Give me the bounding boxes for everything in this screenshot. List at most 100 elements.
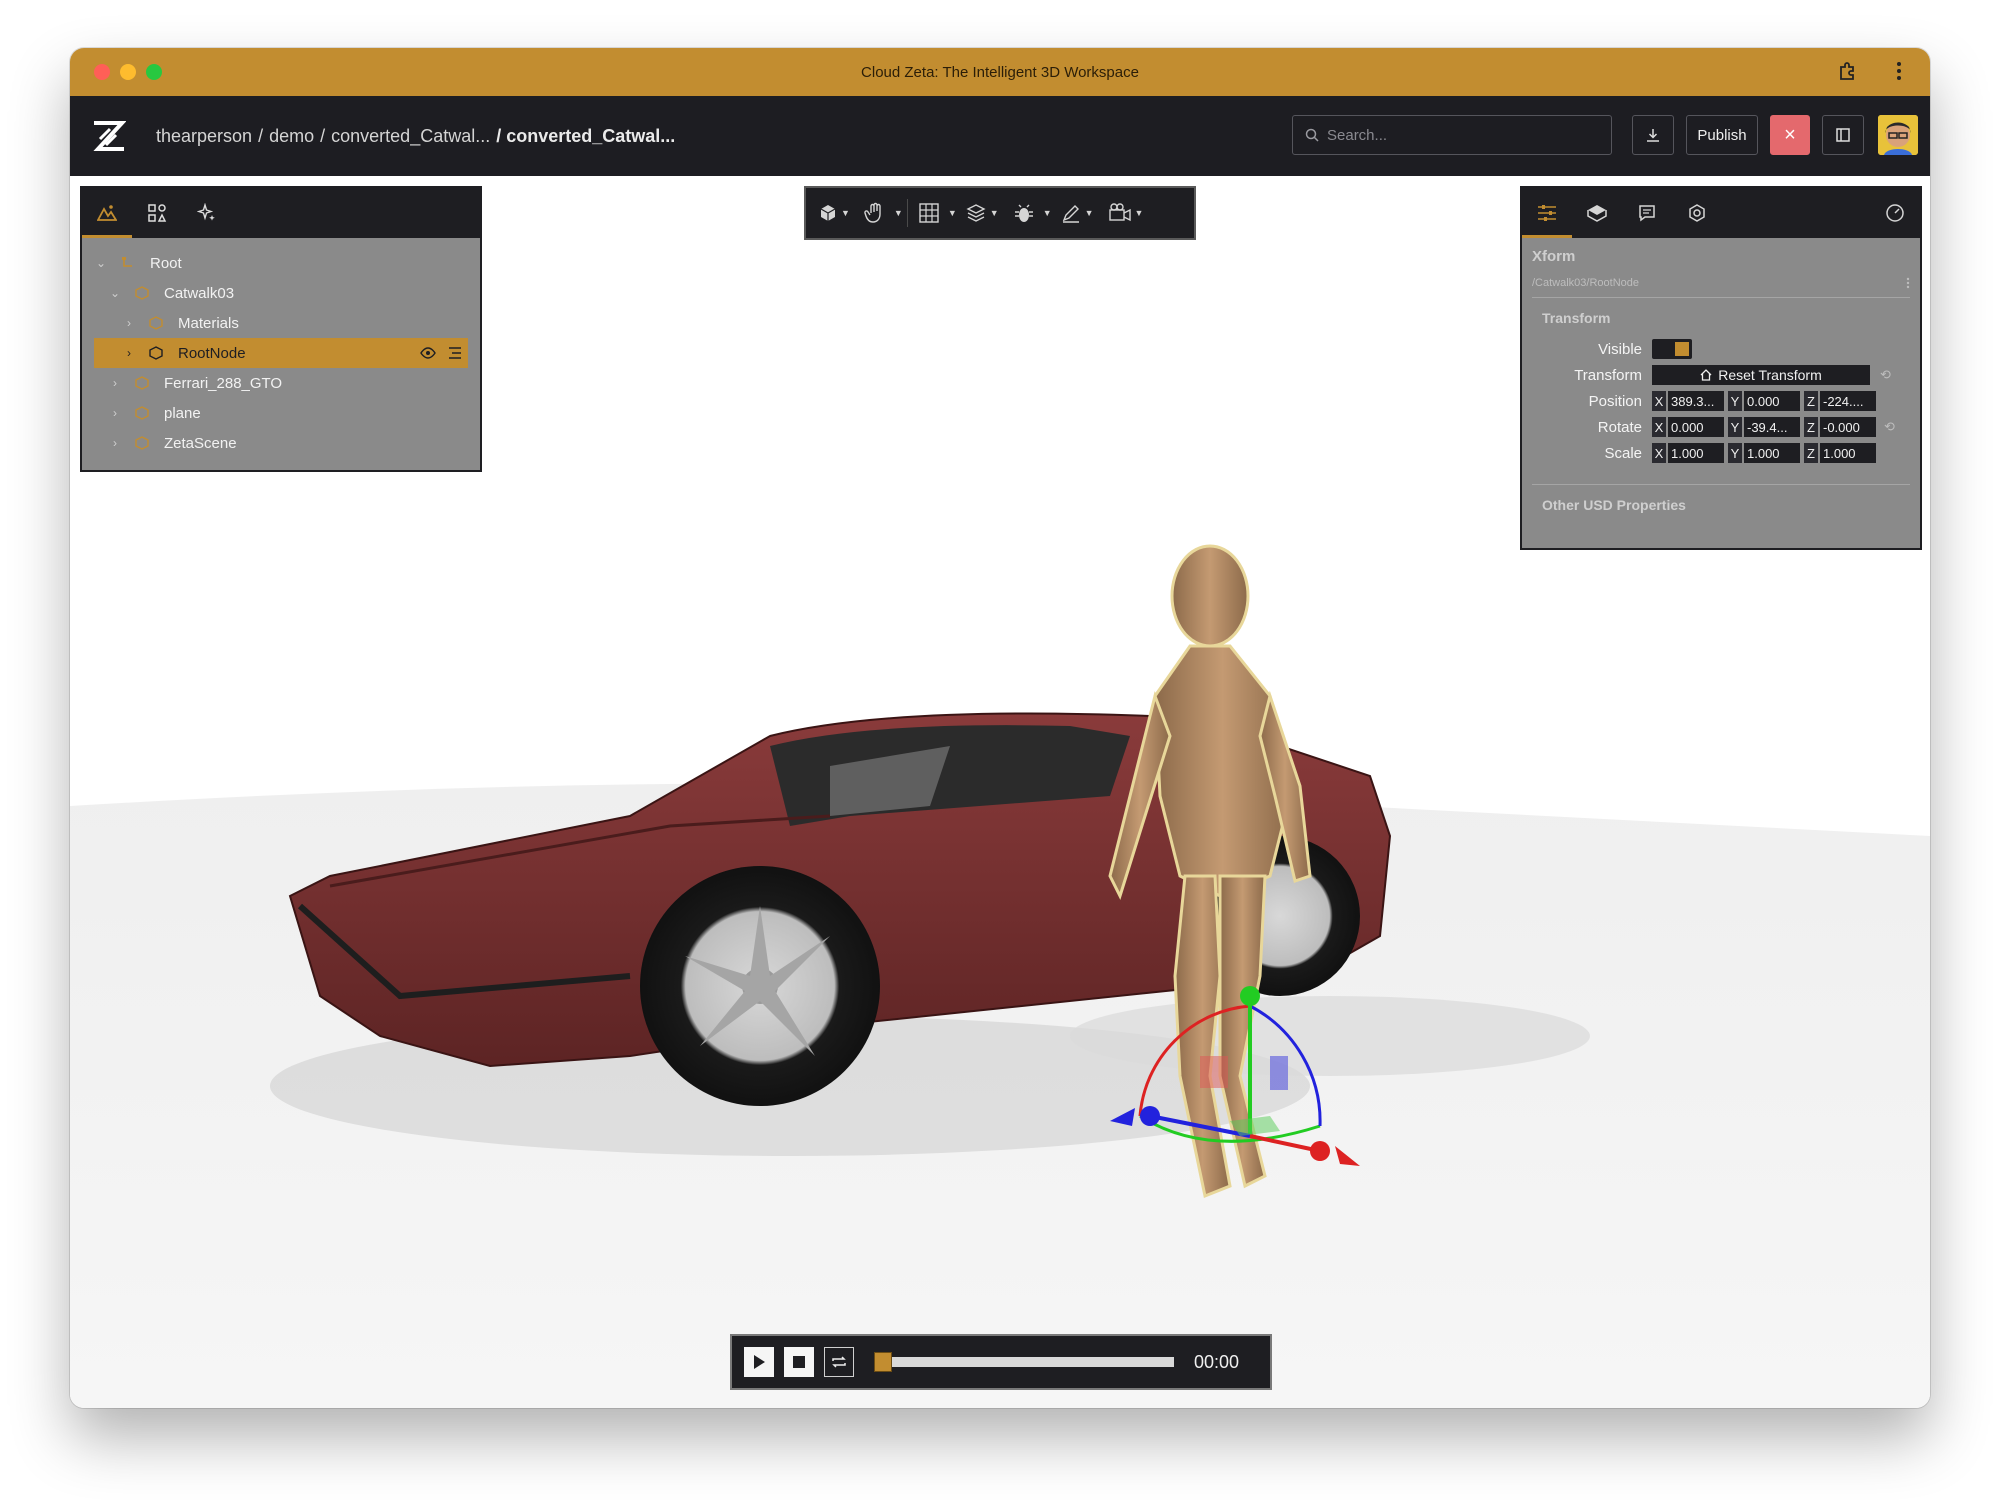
- tree-item-label: RootNode: [178, 344, 246, 362]
- transform-label: Transform: [1574, 366, 1642, 384]
- tab-scene-tree[interactable]: [82, 188, 132, 238]
- tab-comments[interactable]: [1622, 188, 1672, 238]
- minimize-window-button[interactable]: [120, 64, 136, 80]
- breadcrumb: thearperson / demo / converted_Catwal...…: [156, 126, 675, 147]
- prim-path: /Catwalk03/RootNode: [1532, 277, 1910, 289]
- tab-properties[interactable]: [1522, 188, 1572, 238]
- chevron-down-icon[interactable]: ⌄: [94, 256, 108, 270]
- hand-tool[interactable]: [858, 193, 892, 233]
- stop-button[interactable]: [784, 1347, 814, 1377]
- close-button[interactable]: ×: [1770, 115, 1810, 155]
- xform-node-icon: [134, 285, 150, 301]
- performance-button[interactable]: [1870, 188, 1920, 238]
- chevron-right-icon[interactable]: ›: [108, 376, 122, 390]
- tree-item-materials[interactable]: › Materials: [94, 308, 468, 338]
- chevron-down-icon[interactable]: ▼: [948, 208, 957, 218]
- hierarchy-icon: [120, 255, 136, 271]
- play-icon: [754, 1355, 765, 1369]
- breadcrumb-folder[interactable]: converted_Catwal...: [331, 126, 490, 147]
- publish-button[interactable]: Publish: [1686, 115, 1758, 155]
- tab-ai-assist[interactable]: [182, 188, 232, 238]
- rotate-y-field[interactable]: -39.4...: [1744, 417, 1800, 437]
- grid-tool[interactable]: [912, 193, 946, 233]
- scale-z-field[interactable]: 1.000: [1820, 443, 1876, 463]
- chevron-right-icon[interactable]: ›: [108, 436, 122, 450]
- other-usd-section-title[interactable]: Other USD Properties: [1542, 497, 1910, 513]
- tab-asset-library[interactable]: [132, 188, 182, 238]
- settings-icon: [1689, 204, 1705, 222]
- tree-item-plane[interactable]: › plane: [94, 398, 468, 428]
- scale-x-field[interactable]: 1.000: [1668, 443, 1724, 463]
- chevron-down-icon[interactable]: ▼: [1043, 208, 1052, 218]
- layers-tool[interactable]: ▼: [959, 193, 1005, 233]
- scale-y-field[interactable]: 1.000: [1744, 443, 1800, 463]
- tab-settings[interactable]: [1672, 188, 1722, 238]
- 3d-viewport[interactable]: ⌄ Root ⌄ Catwalk03 › Materials › RootNod…: [70, 176, 1930, 1408]
- visible-row: Visible: [1532, 336, 1910, 362]
- sliders-icon: [1538, 205, 1556, 221]
- grid-shapes-icon: [148, 204, 167, 222]
- search-box[interactable]: [1292, 115, 1612, 155]
- menu-list-icon[interactable]: [448, 347, 462, 359]
- download-button[interactable]: [1632, 115, 1674, 155]
- tree-item-label: ZetaScene: [164, 434, 237, 452]
- chevron-right-icon[interactable]: ›: [122, 346, 136, 360]
- position-z-field[interactable]: -224....: [1820, 391, 1876, 411]
- chevron-right-icon[interactable]: ›: [122, 316, 136, 330]
- transform-row: Transform Reset Transform ⟲: [1532, 362, 1910, 388]
- rotate-z-field[interactable]: -0.000: [1820, 417, 1876, 437]
- axis-z-label: Z: [1804, 391, 1818, 411]
- view-cube-tool[interactable]: ▼: [812, 193, 856, 233]
- position-y-field[interactable]: 0.000: [1744, 391, 1800, 411]
- bug-icon: [1014, 204, 1033, 222]
- tree-item-catwalk03[interactable]: ⌄ Catwalk03: [94, 278, 468, 308]
- scale-row: Scale X 1.000 Y 1.000 Z 1.000: [1532, 440, 1910, 466]
- app-header: thearperson / demo / converted_Catwal...…: [70, 96, 1930, 176]
- play-button[interactable]: [744, 1347, 774, 1377]
- maximize-window-button[interactable]: [146, 64, 162, 80]
- zeta-logo-icon[interactable]: [92, 119, 127, 153]
- breadcrumb-user[interactable]: thearperson: [156, 126, 252, 147]
- visible-toggle[interactable]: [1652, 339, 1692, 359]
- toggle-panel-button[interactable]: [1822, 115, 1864, 155]
- position-x-field[interactable]: 389.3...: [1668, 391, 1724, 411]
- extensions-icon[interactable]: [1834, 58, 1860, 84]
- tab-materials[interactable]: [1572, 188, 1622, 238]
- close-window-button[interactable]: [94, 64, 110, 80]
- undo-icon[interactable]: ⟲: [1884, 419, 1895, 435]
- chevron-down-icon: ▼: [841, 208, 850, 218]
- material-sphere-icon: [1587, 205, 1607, 222]
- mountain-icon: [97, 205, 117, 221]
- undo-icon[interactable]: ⟲: [1880, 367, 1891, 383]
- timeline-thumb[interactable]: [874, 1352, 892, 1372]
- rotate-x-field[interactable]: 0.000: [1668, 417, 1724, 437]
- draw-tool[interactable]: ▼: [1054, 193, 1100, 233]
- cube-icon: [820, 205, 836, 221]
- xform-node-icon: [148, 345, 164, 361]
- divider: [906, 199, 908, 227]
- scale-label: Scale: [1604, 444, 1642, 462]
- more-vertical-icon[interactable]: [1906, 277, 1910, 289]
- tree-item-rootnode[interactable]: › RootNode: [94, 338, 468, 368]
- search-input[interactable]: [1327, 126, 1587, 144]
- axis-x-label: X: [1652, 443, 1666, 463]
- chevron-right-icon[interactable]: ›: [108, 406, 122, 420]
- debug-tool[interactable]: [1007, 193, 1041, 233]
- tree-item-ferrari[interactable]: › Ferrari_288_GTO: [94, 368, 468, 398]
- stop-icon: [793, 1356, 805, 1368]
- tree-item-root[interactable]: ⌄ Root: [94, 248, 468, 278]
- user-avatar[interactable]: [1878, 115, 1918, 155]
- timeline-slider[interactable]: [874, 1352, 1174, 1372]
- rotate-label: Rotate: [1597, 418, 1642, 436]
- breadcrumb-project[interactable]: demo: [269, 126, 314, 147]
- eye-icon[interactable]: [420, 347, 436, 359]
- more-vertical-icon[interactable]: [1886, 58, 1912, 84]
- home-icon: [1700, 369, 1712, 381]
- prim-path-text: /Catwalk03/RootNode: [1532, 277, 1640, 289]
- reset-transform-button[interactable]: Reset Transform: [1652, 365, 1870, 385]
- loop-button[interactable]: [824, 1347, 854, 1377]
- camera-tool[interactable]: ▼: [1102, 193, 1150, 233]
- tree-item-zetascene[interactable]: › ZetaScene: [94, 428, 468, 458]
- chevron-down-icon[interactable]: ⌄: [108, 286, 122, 300]
- chevron-down-icon[interactable]: ▼: [894, 208, 903, 218]
